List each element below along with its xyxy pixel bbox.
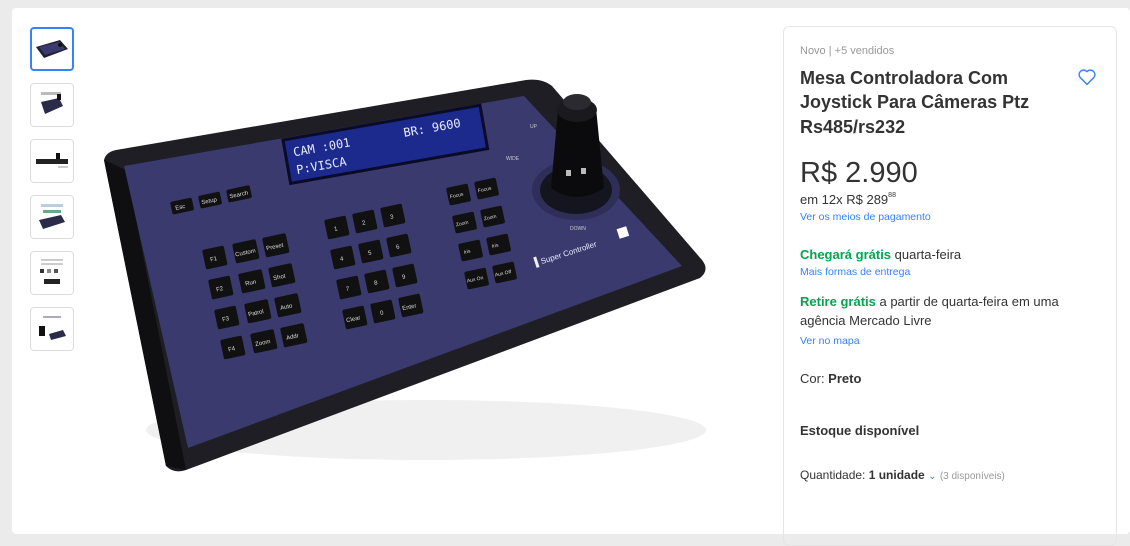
quantity-dropdown[interactable]: 1 unidade — [869, 468, 925, 482]
joystick-label-wide: WIDE — [506, 156, 520, 162]
quantity-label: Quantidade: — [800, 467, 869, 482]
thumbnail-gallery — [30, 27, 76, 363]
shipping-info: Chegará grátis quarta-feira — [800, 247, 1100, 262]
condition-sold: Novo | +5 vendidos — [800, 45, 895, 57]
free-shipping-label: Chegará grátis — [800, 246, 892, 262]
product-main-image[interactable]: CAM :001 BR: 9600 P:VISCA Esc Setup Sear… — [96, 70, 716, 480]
color-label: Cor: — [800, 370, 829, 386]
color-selector: Cor: Preto — [800, 371, 1100, 386]
thumbnail-1[interactable] — [30, 27, 74, 71]
product-title: Mesa Controladora Com Joystick Para Câme… — [800, 68, 1030, 137]
more-delivery-options-link[interactable]: Mais formas de entrega — [800, 266, 910, 278]
installments-cents: 88 — [888, 191, 896, 199]
thumbnail-3[interactable] — [30, 139, 74, 183]
price: R$ 2.990 — [800, 156, 918, 189]
pickup-info: Retire grátis a partir de quarta-feira e… — [800, 293, 1100, 331]
buy-box: Novo | +5 vendidos Mesa Controladora Com… — [783, 26, 1117, 546]
see-on-map-link[interactable]: Ver no mapa — [800, 335, 860, 347]
quantity-available: (3 disponíveis) — [939, 470, 1005, 482]
title-row: Mesa Controladora Com Joystick Para Câme… — [800, 66, 1100, 139]
installments-text: em 12x R$ 289 — [800, 191, 889, 207]
color-value: Preto — [828, 370, 862, 386]
joystick-label-up: UP — [530, 124, 538, 130]
shipping-day: quarta-feira — [891, 246, 962, 262]
installments: em 12x R$ 28988 — [800, 192, 1100, 207]
quantity-selector: Quantidade: 1 unidade ⌄ (3 disponíveis) — [800, 468, 1100, 482]
thumbnail-2[interactable] — [30, 83, 74, 127]
chevron-down-icon[interactable]: ⌄ — [928, 471, 936, 482]
heart-icon[interactable] — [1076, 66, 1098, 88]
thumbnail-5[interactable] — [30, 251, 74, 295]
joystick-label-down: DOWN — [570, 226, 586, 232]
thumbnail-6[interactable] — [30, 307, 74, 351]
payment-methods-link[interactable]: Ver os meios de pagamento — [800, 211, 931, 223]
free-pickup-label: Retire grátis — [800, 293, 876, 309]
stock-status: Estoque disponível — [800, 422, 920, 438]
thumbnail-4[interactable] — [30, 195, 74, 239]
